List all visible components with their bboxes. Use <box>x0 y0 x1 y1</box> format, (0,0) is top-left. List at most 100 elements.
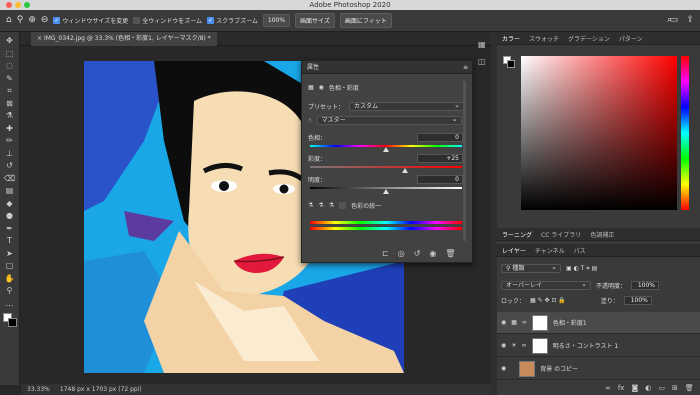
healing-tool-icon[interactable]: ✚ <box>4 124 16 133</box>
preset-dropdown[interactable]: カスタム <box>349 101 465 111</box>
zoom-tool-side-icon[interactable]: ⚲ <box>4 286 16 295</box>
clip-layer-icon[interactable]: ⊏ <box>382 249 389 258</box>
saturation-thumb[interactable] <box>402 168 408 173</box>
dodge-tool-icon[interactable]: ● <box>4 211 16 220</box>
hue-thumb[interactable] <box>383 147 389 152</box>
lightness-input[interactable]: 0 <box>417 175 463 184</box>
eye-icon[interactable]: ◉ <box>501 319 506 326</box>
lock-icons[interactable]: ▦ ✎ ✥ ⊡ 🔒 <box>530 297 566 304</box>
quick-select-tool-icon[interactable]: ✎ <box>4 74 16 83</box>
delete-icon[interactable]: 🗑 <box>445 249 455 258</box>
new-group-icon[interactable]: ▭ <box>658 384 665 392</box>
fill-screen-button[interactable]: 画面にフィット <box>339 13 392 28</box>
tab-color[interactable]: カラー <box>502 34 520 43</box>
eraser-tool-icon[interactable]: ⌫ <box>4 174 16 183</box>
filter-icons[interactable]: ▣ ◐ T ⌗ ▤ <box>566 265 597 273</box>
brush-tool-icon[interactable]: ✏ <box>4 136 16 145</box>
add-mask-icon[interactable]: ◙ <box>631 384 638 392</box>
eye-icon[interactable]: ◉ <box>501 342 506 349</box>
share-icon[interactable]: ⇪ <box>686 16 694 25</box>
tab-gradients[interactable]: グラデーション <box>568 34 610 43</box>
properties-scrollbar[interactable] <box>463 81 466 241</box>
panel-menu-icon[interactable]: ≡ <box>463 61 468 74</box>
zoom-in-icon[interactable]: ⊕ <box>28 16 36 25</box>
type-tool-icon[interactable]: T <box>4 236 16 245</box>
layer-row[interactable]: ◉ ☀ ∞ 明るさ・コントラスト 1 <box>497 335 700 357</box>
layer-mask-thumbnail[interactable] <box>531 337 548 354</box>
tab-cc-libraries[interactable]: CC ライブラリ <box>541 230 581 239</box>
move-tool-icon[interactable]: ✥ <box>4 36 16 45</box>
mask-icon[interactable]: ◉ <box>319 84 324 91</box>
tab-learn[interactable]: ラーニング <box>502 230 532 239</box>
crop-tool-icon[interactable]: ⌗ <box>4 86 16 95</box>
history-panel-icon[interactable]: ▦ <box>478 40 486 49</box>
fill-input[interactable]: 100% <box>623 296 652 305</box>
color-field[interactable] <box>521 56 677 210</box>
tab-patterns[interactable]: パターン <box>619 34 643 43</box>
color-swatches[interactable] <box>2 313 17 327</box>
resize-windows-checkbox[interactable]: ✓ ウィンドウサイズを変更 <box>53 16 128 25</box>
blur-tool-icon[interactable]: ◆ <box>4 199 16 208</box>
new-adjustment-icon[interactable]: ◐ <box>645 384 651 392</box>
range-dropdown[interactable]: マスター <box>316 115 462 125</box>
hand-tool-icon[interactable]: ✋ <box>4 274 16 283</box>
history-brush-icon[interactable]: ↺ <box>4 161 16 170</box>
frame-tool-icon[interactable]: ⊠ <box>4 99 16 108</box>
close-button[interactable] <box>6 2 12 8</box>
fit-screen-button[interactable]: 画面サイズ <box>295 13 335 28</box>
tab-channels[interactable]: チャンネル <box>535 246 565 255</box>
pen-tool-icon[interactable]: ✒ <box>4 224 16 233</box>
zoom-out-icon[interactable]: ⊖ <box>41 16 49 25</box>
home-icon[interactable]: ⌂ <box>6 16 12 25</box>
document-tab[interactable]: × IMG_0342.jpg @ 33.3% (色相・彩度1, レイヤーマスク/… <box>31 32 217 46</box>
hue-input[interactable]: 0 <box>417 133 463 142</box>
scrubby-zoom-checkbox[interactable]: ✓ スクラブズーム <box>207 16 258 25</box>
tab-swatches[interactable]: スウォッチ <box>529 34 559 43</box>
eyedropper-icon[interactable]: ⚗ <box>308 202 313 209</box>
status-zoom[interactable]: 33.33% <box>27 384 50 395</box>
eyedropper-add-icon[interactable]: ⚗ <box>318 202 323 209</box>
fx-icon[interactable]: fx <box>618 384 625 392</box>
workspace-icon[interactable]: ▭ <box>669 16 678 25</box>
reset-icon[interactable]: ↺ <box>414 249 421 258</box>
actions-panel-icon[interactable]: ◫ <box>478 57 486 66</box>
marquee-tool-icon[interactable]: ⬚ <box>4 49 16 58</box>
zoom-100-button[interactable]: 100% <box>262 14 291 27</box>
status-info[interactable]: 1748 px x 1703 px (72 ppi) <box>60 384 142 395</box>
minimize-button[interactable] <box>15 2 21 8</box>
maximize-button[interactable] <box>24 2 30 8</box>
saturation-input[interactable]: +25 <box>417 154 463 163</box>
layer-filter-dropdown[interactable]: ⚲ 種類 <box>501 263 561 273</box>
lasso-tool-icon[interactable]: ◌ <box>4 61 16 70</box>
opacity-input[interactable]: 100% <box>631 281 660 290</box>
stamp-tool-icon[interactable]: ⊥ <box>4 149 16 158</box>
gradient-tool-icon[interactable]: ▤ <box>4 186 16 195</box>
layer-mask-thumbnail[interactable] <box>531 314 548 331</box>
zoom-tool-icon[interactable]: ⚲ <box>17 16 24 25</box>
tab-layers[interactable]: レイヤー <box>502 246 526 255</box>
layer-image-thumbnail[interactable] <box>519 360 536 377</box>
eyedropper-subtract-icon[interactable]: ⚗ <box>329 202 334 209</box>
targeted-adjust-icon[interactable]: ☝ <box>308 117 312 124</box>
lightness-thumb[interactable] <box>383 189 389 194</box>
tab-paths[interactable]: パス <box>574 246 586 255</box>
fg-bg-colors[interactable] <box>503 56 515 68</box>
colorize-checkbox[interactable] <box>339 202 347 209</box>
view-previous-icon[interactable]: ◎ <box>398 249 405 258</box>
zoom-all-checkbox[interactable]: 全ウィンドウをズーム <box>133 16 202 25</box>
shape-tool-icon[interactable]: ▢ <box>4 261 16 270</box>
path-select-tool-icon[interactable]: ➤ <box>4 249 16 258</box>
eyedropper-tool-icon[interactable]: ⚗ <box>4 111 16 120</box>
more-tools-icon[interactable]: … <box>4 299 16 308</box>
new-layer-icon[interactable]: ⊞ <box>672 384 678 392</box>
blend-mode-dropdown[interactable]: オーバーレイ <box>501 280 591 290</box>
tab-adjustments[interactable]: 色調補正 <box>590 230 614 239</box>
eye-icon[interactable]: ◉ <box>501 365 506 372</box>
delete-layer-icon[interactable]: 🗑 <box>685 384 694 392</box>
hue-strip[interactable] <box>681 56 689 210</box>
saturation-slider[interactable] <box>310 166 462 168</box>
layer-row[interactable]: ◉ ▦ ∞ 色相・彩度1 <box>497 312 700 334</box>
layer-row[interactable]: ◉ 背景 のコピー <box>497 358 700 380</box>
visibility-icon[interactable]: ◉ <box>429 249 436 258</box>
link-icon[interactable]: ∞ <box>605 384 611 392</box>
